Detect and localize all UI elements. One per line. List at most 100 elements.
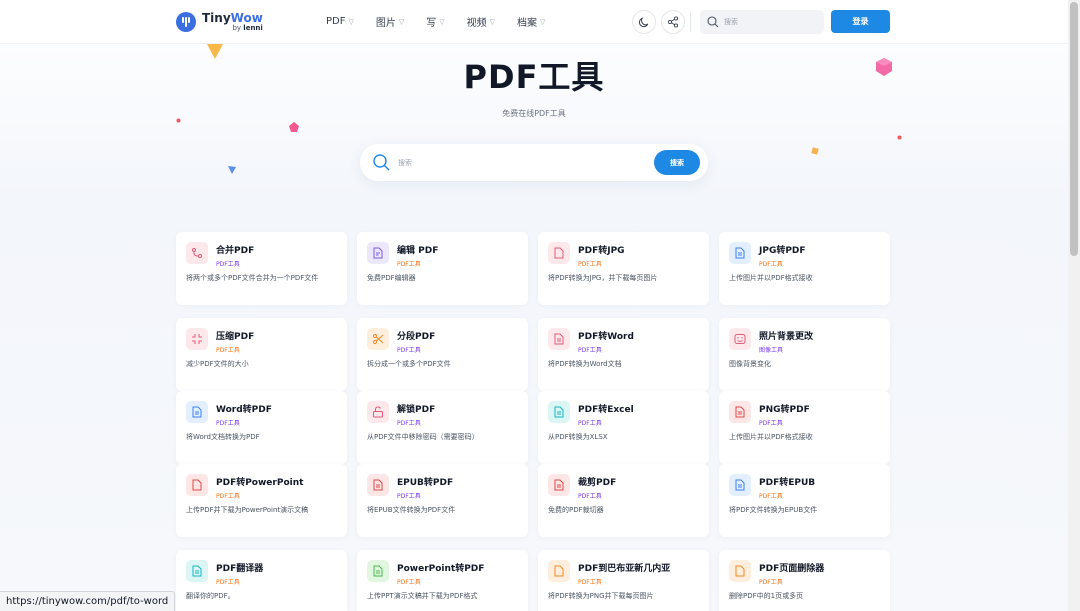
tool-icon-wrapper bbox=[548, 328, 570, 350]
scrollbar-thumb[interactable] bbox=[1070, 2, 1078, 256]
nav-item-label: 图片 bbox=[375, 18, 396, 29]
top-navbar: TinyWow by lenni PDF▽ 图片▽ 写▽ 视频▽ 档案▽ 登录 bbox=[0, 0, 1068, 44]
nav-item-write[interactable]: 写 ▽ bbox=[426, 14, 445, 30]
tool-card[interactable]: PowerPoint转PDF PDF工具 上传PPT演示文稿并下载为PDF格式 bbox=[357, 550, 528, 611]
tool-icon-wrapper bbox=[367, 474, 389, 496]
document-text-icon bbox=[373, 565, 383, 577]
tool-card[interactable]: PDF页面删除器 PDF工具 删除PDF中的1页或多页 bbox=[719, 550, 890, 611]
nav-item-label: 写 bbox=[426, 18, 437, 29]
tool-title: PowerPoint转PDF bbox=[397, 564, 485, 574]
tool-card[interactable]: PDF转Excel PDF工具 从PDF转换为XLSX bbox=[538, 391, 709, 464]
tool-category-badge: 图像工具 bbox=[759, 347, 784, 354]
tool-icon-wrapper bbox=[186, 401, 208, 423]
main-nav: PDF ▽ 图片 ▽ 写 ▽ 视频 ▽ 档案 ▽ bbox=[326, 14, 567, 29]
chevron-down-icon: ▽ bbox=[439, 17, 445, 26]
tool-icon-wrapper bbox=[367, 328, 389, 350]
tool-category-badge: PDF工具 bbox=[759, 579, 783, 586]
document-text-icon bbox=[735, 247, 745, 259]
tool-description: 从PDF文件中移除密码（需要密码） bbox=[367, 433, 479, 441]
tool-title: JPG转PDF bbox=[759, 246, 806, 256]
tool-card[interactable]: PDF转JPG PDF工具 将PDF转换为JPG，并下载每页图片 bbox=[538, 232, 709, 305]
nav-item-images[interactable]: 图片 ▽ bbox=[375, 14, 405, 30]
tool-title: PNG转PDF bbox=[759, 405, 810, 415]
tool-category-badge: PDF工具 bbox=[759, 261, 783, 268]
tool-category-badge: PDF工具 bbox=[216, 261, 240, 268]
tool-card[interactable]: 照片背景更改 图像工具图像背景变化 bbox=[719, 318, 890, 391]
tool-icon-wrapper bbox=[729, 560, 751, 582]
share-button[interactable] bbox=[661, 10, 685, 34]
header-divider bbox=[690, 12, 691, 32]
tool-icon-wrapper bbox=[367, 401, 389, 423]
nav-item-files[interactable]: 档案 ▽ bbox=[517, 14, 545, 30]
tool-card[interactable]: 分段PDF PDF工具 拆分成一个或多个PDF文件 bbox=[357, 318, 528, 391]
tool-description: 将PDF文件转换为EPUB文件 bbox=[729, 506, 818, 514]
tool-card[interactable]: PDF转EPUB PDF工具 将PDF文件转换为EPUB文件 bbox=[719, 464, 890, 537]
tool-grid: 合并PDF PDF工具 将两个或多个PDF文件合并为一个PDF文件 编辑 PDF PDF… bbox=[176, 232, 890, 611]
document-text-icon bbox=[192, 565, 202, 577]
chevron-down-icon: ▽ bbox=[398, 17, 405, 26]
tool-card[interactable]: JPG转PDF PDF工具 上传图片并以PDF格式接收 bbox=[719, 232, 890, 305]
tool-description: 将PDF转换为JPG，并下载每页图片 bbox=[548, 274, 658, 282]
tool-icon-wrapper bbox=[367, 560, 389, 582]
document-text-icon bbox=[554, 406, 564, 418]
status-bar-url: https://tinywow.com/pdf/to-word bbox=[0, 591, 176, 611]
tool-icon-wrapper bbox=[548, 560, 570, 582]
document-text-icon bbox=[735, 479, 745, 491]
nav-item-pdf[interactable]: PDF ▽ bbox=[326, 14, 354, 29]
search-icon bbox=[373, 154, 390, 171]
tool-card[interactable]: PDF翻译器 PDF工具 翻译你的PDF。 bbox=[176, 550, 347, 611]
login-button[interactable]: 登录 bbox=[831, 10, 890, 33]
dark-mode-toggle[interactable] bbox=[632, 10, 656, 34]
tool-card[interactable]: PDF转Word PDF工具 将PDF转换为Word文档 bbox=[538, 318, 709, 391]
share-icon bbox=[667, 16, 679, 28]
tool-category-badge: PDF工具 bbox=[397, 261, 421, 268]
tool-card[interactable]: 编辑 PDF PDF工具 免费PDF编辑器 bbox=[357, 232, 528, 305]
tool-description: 将两个或多个PDF文件合并为一个PDF文件 bbox=[186, 274, 319, 282]
tool-description: 免费的PDF裁切器 bbox=[548, 506, 604, 514]
compress-icon bbox=[192, 334, 202, 344]
tool-category-badge: PDF工具 bbox=[216, 347, 240, 354]
tool-card[interactable]: 解锁PDF PDF工具 从PDF文件中移除密码（需要密码） bbox=[357, 391, 528, 464]
tool-title: EPUB转PDF bbox=[397, 478, 454, 488]
brand-name-main: Tiny bbox=[202, 11, 231, 25]
brand-by-name: lenni bbox=[243, 24, 263, 32]
brand-by: by bbox=[232, 24, 242, 32]
brand-name: TinyWow bbox=[202, 12, 263, 24]
tool-card[interactable]: 压缩PDF PDF工具 减少PDF文件的大小 bbox=[176, 318, 347, 391]
tool-description: 上传图片并以PDF格式接收 bbox=[729, 433, 813, 441]
header-search-input[interactable] bbox=[724, 14, 820, 30]
moon-icon bbox=[638, 17, 649, 28]
nav-item-video[interactable]: 视频 ▽ bbox=[466, 14, 496, 30]
nav-item-label: 视频 bbox=[466, 18, 487, 29]
tool-category-badge: PDF工具 bbox=[578, 347, 602, 354]
tool-card[interactable]: PNG转PDF PDF工具 上传图片并以PDF格式接收 bbox=[719, 391, 890, 464]
tool-card[interactable]: EPUB转PDF PDF工具 将EPUB文件转换为PDF文件 bbox=[357, 464, 528, 537]
tool-title: 照片背景更改 bbox=[759, 332, 814, 342]
tool-title: Word转PDF bbox=[216, 405, 272, 415]
tool-search-input[interactable] bbox=[398, 154, 638, 171]
tool-card[interactable]: PDF转PowerPoint PDF工具 上传PDF并下载为PowerPoint演示… bbox=[176, 464, 347, 537]
decor-pink-gem bbox=[289, 122, 299, 132]
chevron-down-icon: ▽ bbox=[489, 17, 496, 26]
tool-icon-wrapper bbox=[186, 242, 208, 264]
tool-search-button[interactable]: 搜索 bbox=[654, 150, 700, 175]
tool-icon-wrapper bbox=[548, 401, 570, 423]
tool-icon-wrapper bbox=[548, 242, 570, 264]
tool-card[interactable]: 合并PDF PDF工具 将两个或多个PDF文件合并为一个PDF文件 bbox=[176, 232, 347, 305]
tool-icon-wrapper bbox=[186, 328, 208, 350]
decor-blue-triangle bbox=[228, 166, 236, 174]
tool-category-badge: PDF工具 bbox=[578, 579, 602, 586]
tool-card[interactable]: PDF到巴布亚新几内亚 PDF工具 将PDF转换为PNG并下载每页图片 bbox=[538, 550, 709, 611]
tool-card[interactable]: Word转PDF PDF工具 将Word文档转换为PDF bbox=[176, 391, 347, 464]
tool-card[interactable]: 裁剪PDF PDF工具 免费的PDF裁切器 bbox=[538, 464, 709, 537]
document-icon bbox=[554, 247, 564, 259]
brand-byline: by lenni bbox=[202, 24, 263, 32]
document-text-icon bbox=[735, 406, 745, 418]
tool-title: PDF翻译器 bbox=[216, 564, 264, 574]
tool-title: 分段PDF bbox=[397, 332, 436, 342]
page-title: PDF工具 bbox=[463, 58, 605, 96]
tool-description: 图像背景变化 bbox=[729, 360, 771, 368]
tool-category-badge: PDF工具 bbox=[216, 579, 240, 586]
tool-icon-wrapper bbox=[729, 401, 751, 423]
brand-logo[interactable]: TinyWow by lenni bbox=[176, 10, 263, 34]
